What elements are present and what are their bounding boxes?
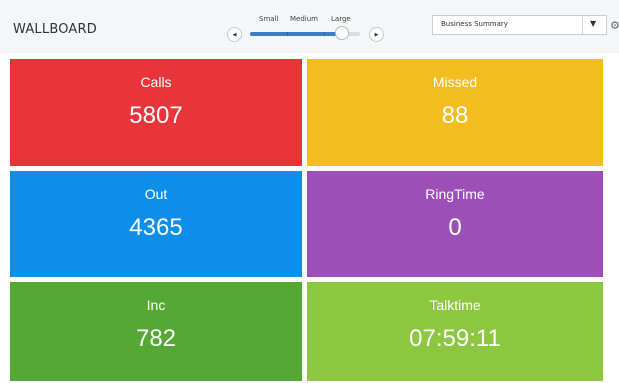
gear-icon[interactable]: ⚙ [610, 19, 619, 32]
size-label-medium: Medium [290, 15, 318, 23]
prev-size-button[interactable]: ◀ [227, 27, 242, 42]
select-divider [582, 16, 583, 34]
tile-inc: Inc 782 [10, 282, 302, 381]
tile-label: RingTime [425, 186, 485, 202]
tile-talktime: Talktime 07:59:11 [307, 282, 603, 381]
tile-label: Talktime [429, 297, 481, 313]
tile-value: 782 [135, 325, 177, 352]
slider-tick-medium [287, 32, 288, 36]
caret-down-icon[interactable]: ▼ [590, 19, 596, 28]
slider-tick-large [324, 32, 325, 36]
dashboard-select[interactable]: Business Summary ▼ [432, 15, 607, 35]
tile-label: Inc [146, 297, 166, 313]
wallboard-page: WALLBOARD Small Medium Large ◀ ▶ Busines… [0, 0, 619, 383]
tile-value: 4365 [129, 214, 183, 241]
tile-calls: Calls 5807 [10, 59, 302, 166]
header-bar: WALLBOARD Small Medium Large ◀ ▶ Busines… [0, 0, 619, 53]
size-label-large: Large [331, 15, 351, 23]
next-size-button[interactable]: ▶ [369, 27, 384, 42]
tile-value: 5807 [129, 102, 183, 129]
tile-out: Out 4365 [10, 171, 302, 277]
slider-fill [250, 32, 342, 36]
page-title: WALLBOARD [13, 22, 97, 37]
dashboard-select-value: Business Summary [441, 20, 508, 28]
slider-handle[interactable] [335, 26, 349, 40]
tile-label: Calls [140, 74, 172, 90]
tile-value: 88 [441, 102, 469, 129]
tile-value: 07:59:11 [409, 325, 501, 352]
left-arrow-icon: ◀ [232, 31, 237, 38]
size-label-small: Small [259, 15, 279, 23]
size-slider[interactable] [250, 26, 360, 40]
tile-ringtime: RingTime 0 [307, 171, 603, 277]
right-arrow-icon: ▶ [374, 31, 379, 38]
tile-value: 0 [448, 214, 462, 241]
tile-label: Missed [432, 74, 478, 90]
tile-missed: Missed 88 [307, 59, 603, 166]
tile-label: Out [144, 186, 168, 202]
